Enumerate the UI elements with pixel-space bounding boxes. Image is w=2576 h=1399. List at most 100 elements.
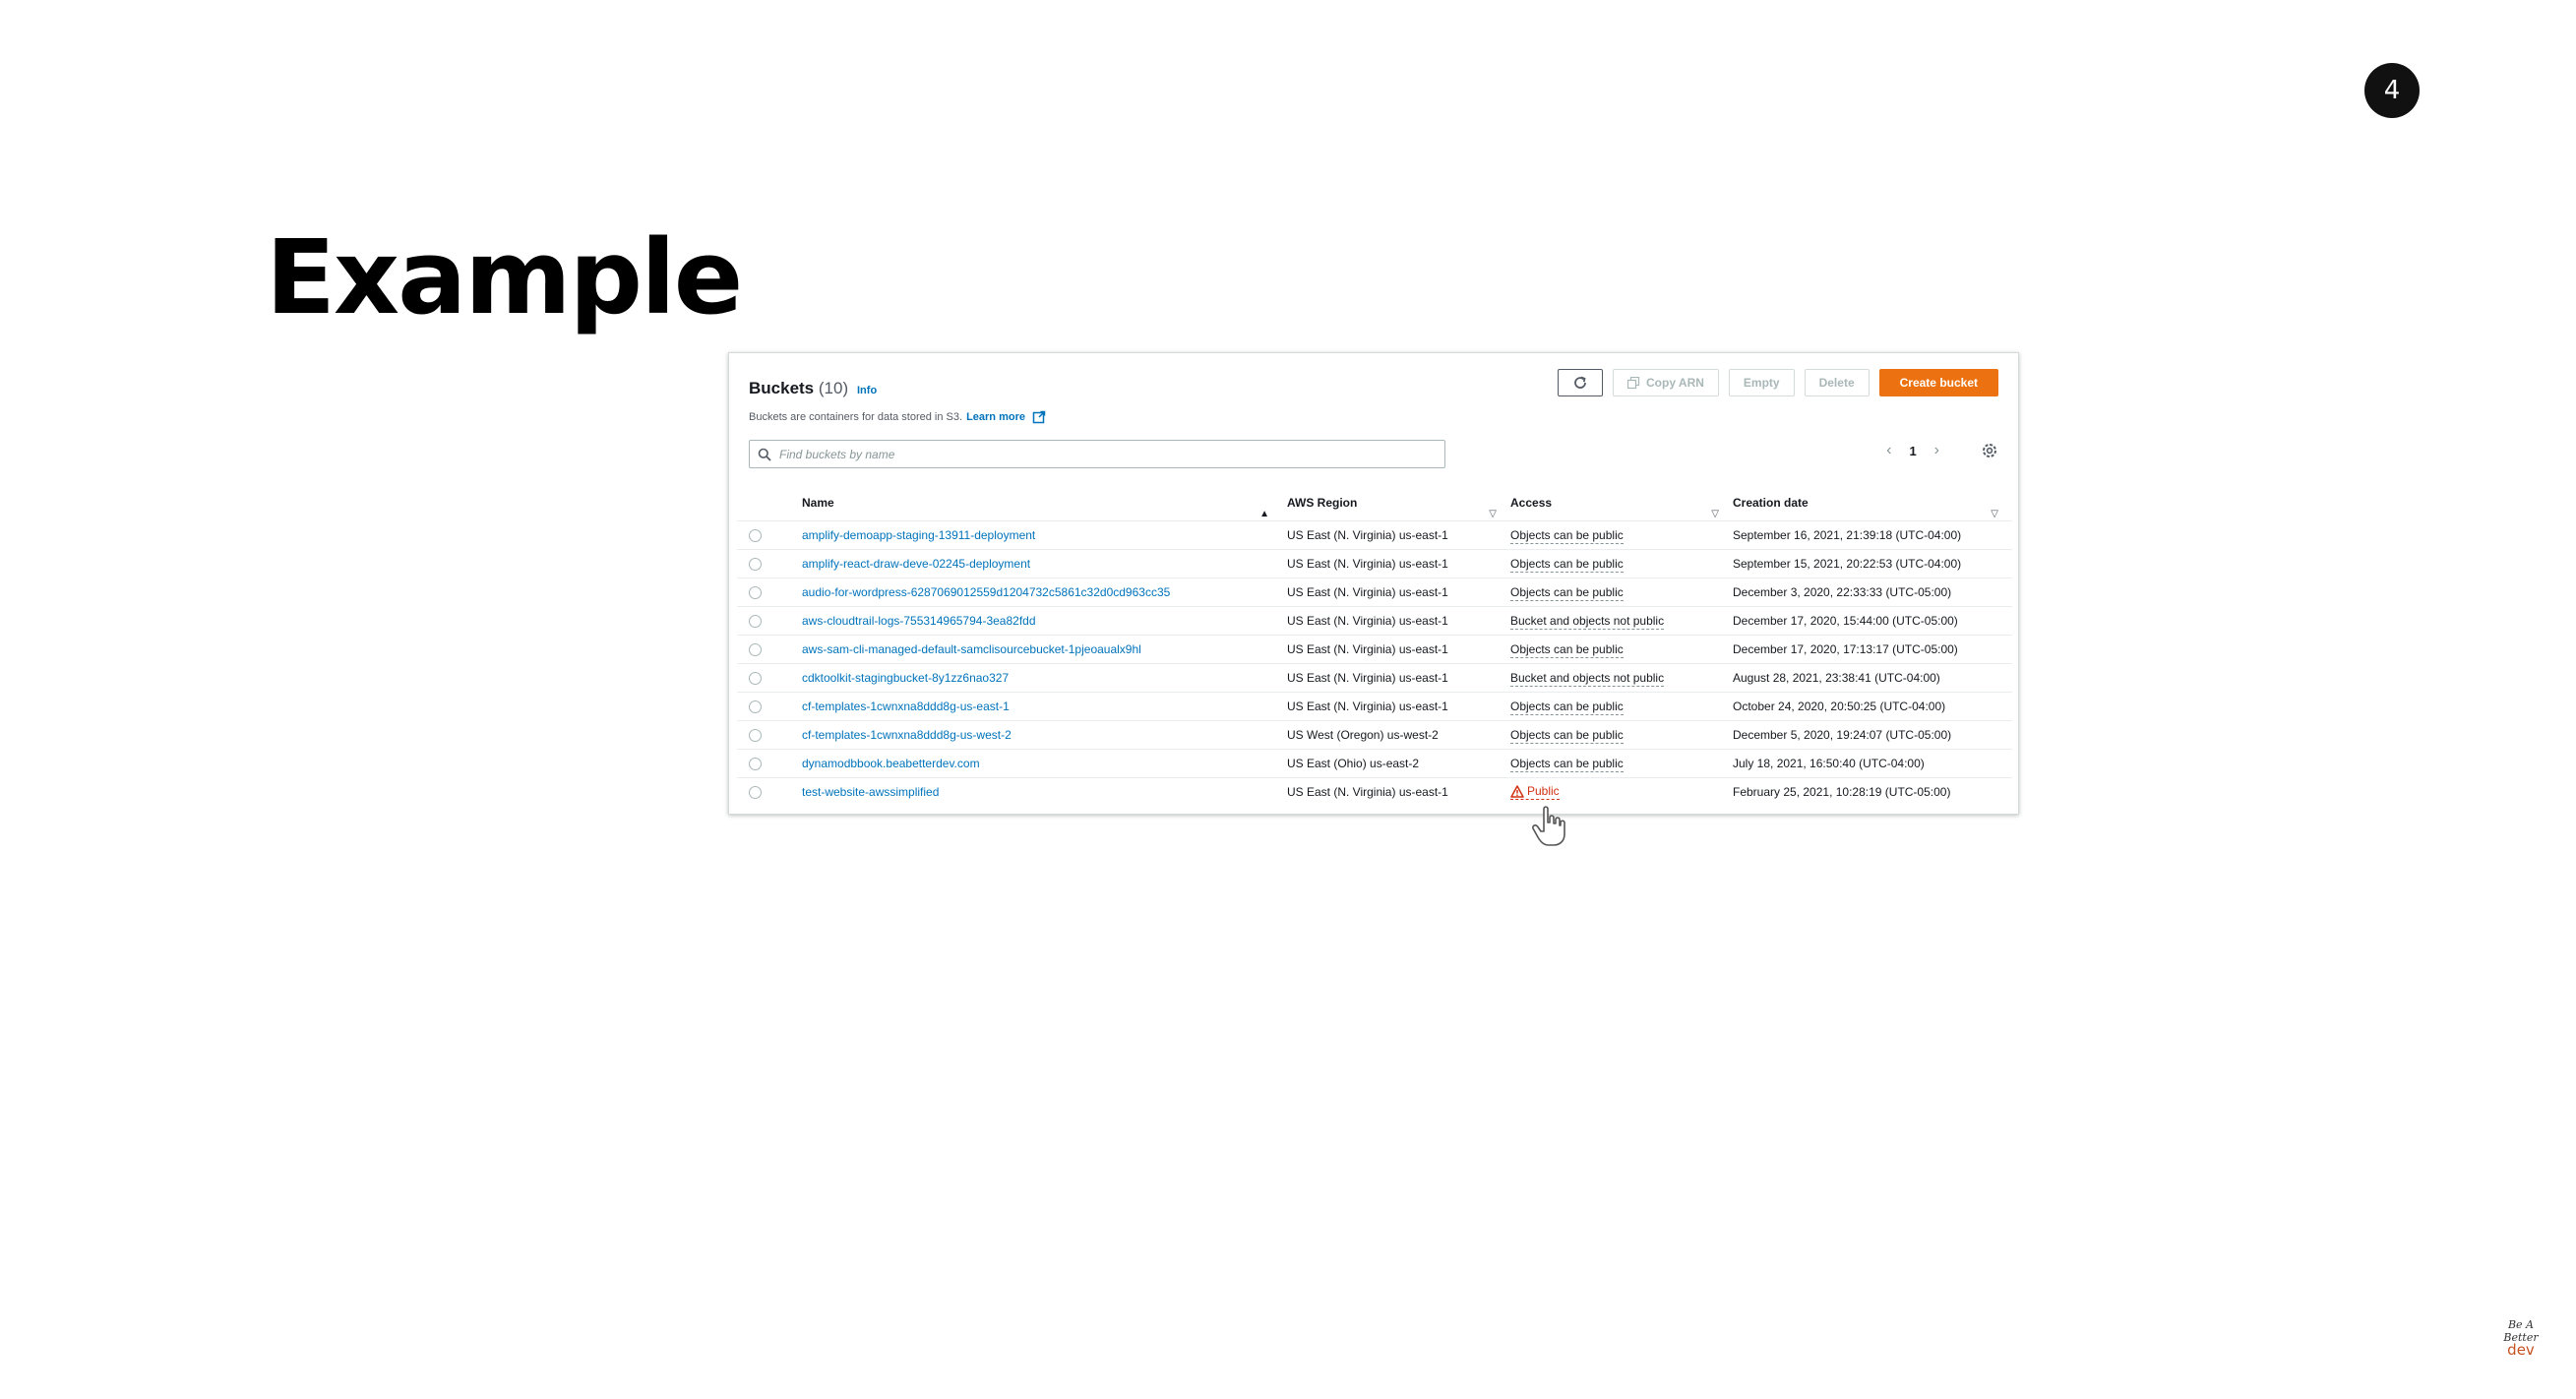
delete-button[interactable]: Delete	[1804, 369, 1870, 396]
bucket-creation-date: September 15, 2021, 20:22:53 (UTC-04:00)	[1733, 549, 2012, 578]
copy-arn-label: Copy ARN	[1646, 376, 1704, 390]
search-input[interactable]	[779, 442, 1444, 466]
bucket-name-link[interactable]: aws-sam-cli-managed-default-samclisource…	[802, 642, 1141, 656]
row-radio-button[interactable]	[749, 786, 762, 800]
settings-gear-icon[interactable]	[1981, 442, 1998, 459]
access-column-header[interactable]: Access ▽	[1510, 485, 1733, 521]
bucket-access[interactable]: Bucket and objects not public	[1510, 614, 1665, 630]
watermark-line-3: dev	[2507, 1341, 2535, 1359]
bucket-access[interactable]: Objects can be public	[1510, 642, 1624, 658]
panel-title-text: Buckets	[749, 379, 815, 397]
bucket-creation-date: September 16, 2021, 21:39:18 (UTC-04:00)	[1733, 520, 2012, 550]
description-text: Buckets are containers for data stored i…	[749, 411, 963, 423]
table-row[interactable]: audio-for-wordpress-6287069012559d120473…	[737, 578, 2012, 607]
info-link[interactable]: Info	[857, 385, 877, 396]
name-column-label: Name	[802, 496, 834, 510]
row-radio-button[interactable]	[749, 672, 762, 686]
sort-ascending-icon[interactable]: ▲	[1259, 497, 1269, 532]
table-row[interactable]: test-website-awssimplified US East (N. V…	[737, 778, 2012, 807]
search-icon	[758, 448, 771, 461]
bucket-access[interactable]: Objects can be public	[1510, 700, 1624, 715]
bucket-access[interactable]: Objects can be public	[1510, 528, 1624, 544]
bucket-access[interactable]: Objects can be public	[1510, 728, 1624, 744]
learn-more-link[interactable]: Learn more	[966, 411, 1025, 423]
name-column-header[interactable]: Name ▲	[802, 485, 1287, 521]
table-row[interactable]: cf-templates-1cwnxna8ddd8g-us-west-2 US …	[737, 720, 2012, 750]
bucket-region: US East (N. Virginia) us-east-1	[1287, 549, 1510, 578]
bucket-creation-date: December 5, 2020, 19:24:07 (UTC-05:00)	[1733, 720, 2012, 750]
region-column-label: AWS Region	[1287, 496, 1358, 510]
sort-toggle-icon[interactable]: ▽	[1489, 497, 1497, 532]
row-radio-button[interactable]	[749, 586, 762, 600]
previous-page-icon[interactable]: ‹	[1886, 442, 1891, 459]
bucket-region: US West (Oregon) us-west-2	[1287, 720, 1510, 750]
row-radio-button[interactable]	[749, 729, 762, 743]
row-radio-button[interactable]	[749, 558, 762, 572]
bucket-name-link[interactable]: audio-for-wordpress-6287069012559d120473…	[802, 585, 1170, 599]
region-column-header[interactable]: AWS Region ▽	[1287, 485, 1510, 521]
bucket-name-link[interactable]: cf-templates-1cwnxna8ddd8g-us-west-2	[802, 728, 1012, 742]
bucket-creation-date: August 28, 2021, 23:38:41 (UTC-04:00)	[1733, 663, 2012, 693]
bucket-region: US East (N. Virginia) us-east-1	[1287, 520, 1510, 550]
buckets-table: Name ▲ AWS Region ▽ Access ▽ Creation da…	[737, 485, 2012, 807]
sort-toggle-icon[interactable]: ▽	[1991, 497, 1998, 532]
bucket-name-link[interactable]: aws-cloudtrail-logs-755314965794-3ea82fd…	[802, 614, 1036, 628]
watermark-line-1: Be A	[2507, 1318, 2535, 1331]
bucket-region: US East (N. Virginia) us-east-1	[1287, 578, 1510, 607]
create-bucket-button[interactable]: Create bucket	[1878, 369, 1998, 396]
table-row[interactable]: cdktoolkit-stagingbucket-8y1zz6nao327 US…	[737, 663, 2012, 693]
current-page[interactable]: 1	[1909, 444, 1916, 458]
row-radio-button[interactable]	[749, 643, 762, 657]
bucket-access-public[interactable]: Public	[1510, 784, 1560, 800]
search-box	[749, 440, 1445, 468]
external-link-icon	[1032, 410, 1046, 424]
refresh-button[interactable]	[1558, 369, 1604, 396]
warning-icon	[1510, 784, 1524, 798]
bucket-count: (10)	[818, 379, 849, 397]
bucket-creation-date: February 25, 2021, 10:28:19 (UTC-05:00)	[1733, 785, 1951, 800]
bucket-creation-date: December 17, 2020, 15:44:00 (UTC-05:00)	[1733, 606, 2012, 636]
bucket-access[interactable]: Objects can be public	[1510, 557, 1624, 573]
table-row[interactable]: dynamodbbook.beabetterdev.com US East (O…	[737, 749, 2012, 778]
bucket-name-link[interactable]: amplify-demoapp-staging-13911-deployment	[802, 528, 1035, 542]
pagination: ‹ 1 ›	[1886, 442, 1998, 459]
bucket-creation-date: December 17, 2020, 17:13:17 (UTC-05:00)	[1733, 635, 2012, 664]
table-header-row: Name ▲ AWS Region ▽ Access ▽ Creation da…	[737, 485, 2012, 521]
table-row[interactable]: cf-templates-1cwnxna8ddd8g-us-east-1 US …	[737, 692, 2012, 721]
bucket-name-link[interactable]: amplify-react-draw-deve-02245-deployment	[802, 557, 1030, 571]
row-radio-button[interactable]	[749, 529, 762, 543]
bucket-name-link[interactable]: dynamodbbook.beabetterdev.com	[802, 757, 980, 770]
bucket-region: US East (Ohio) us-east-2	[1287, 749, 1510, 778]
row-radio-button[interactable]	[749, 615, 762, 629]
row-radio-button[interactable]	[749, 700, 762, 714]
next-page-icon[interactable]: ›	[1934, 442, 1939, 459]
bucket-name-link[interactable]: cdktoolkit-stagingbucket-8y1zz6nao327	[802, 671, 1009, 685]
select-column-header	[737, 485, 802, 521]
toolbar: Copy ARN Empty Delete Create bucket	[1558, 369, 1998, 396]
table-row[interactable]: amplify-react-draw-deve-02245-deployment…	[737, 549, 2012, 578]
empty-button[interactable]: Empty	[1728, 369, 1795, 396]
table-row[interactable]: aws-sam-cli-managed-default-samclisource…	[737, 635, 2012, 664]
bucket-name-link[interactable]: cf-templates-1cwnxna8ddd8g-us-east-1	[802, 700, 1010, 713]
sort-toggle-icon[interactable]: ▽	[1711, 497, 1719, 532]
creation-date-column-label: Creation date	[1733, 496, 1809, 510]
table-row[interactable]: aws-cloudtrail-logs-755314965794-3ea82fd…	[737, 606, 2012, 636]
s3-buckets-panel: Buckets (10) Info Buckets are containers…	[728, 352, 2019, 815]
copy-arn-button[interactable]: Copy ARN	[1613, 369, 1719, 396]
creation-date-column-header[interactable]: Creation date ▽	[1733, 485, 2012, 521]
bucket-region: US East (N. Virginia) us-east-1	[1287, 663, 1510, 693]
hand-pointer-cursor-icon	[1532, 806, 1565, 846]
slide: 4 Example Buckets (10) Info Buckets are …	[0, 0, 2576, 1399]
bucket-access[interactable]: Objects can be public	[1510, 757, 1624, 772]
row-radio-button[interactable]	[749, 758, 762, 771]
access-column-label: Access	[1510, 496, 1553, 510]
bucket-creation-date: July 18, 2021, 16:50:40 (UTC-04:00)	[1733, 749, 2012, 778]
bucket-name-link[interactable]: test-website-awssimplified	[802, 785, 939, 799]
table-row[interactable]: amplify-demoapp-staging-13911-deployment…	[737, 520, 2012, 550]
bucket-creation-date: October 24, 2020, 20:50:25 (UTC-04:00)	[1733, 692, 2012, 721]
bucket-access[interactable]: Bucket and objects not public	[1510, 671, 1665, 687]
panel-title: Buckets (10)	[749, 379, 848, 398]
bucket-access[interactable]: Objects can be public	[1510, 585, 1624, 601]
bucket-creation-date: December 3, 2020, 22:33:33 (UTC-05:00)	[1733, 578, 2012, 607]
copy-icon	[1627, 376, 1640, 389]
